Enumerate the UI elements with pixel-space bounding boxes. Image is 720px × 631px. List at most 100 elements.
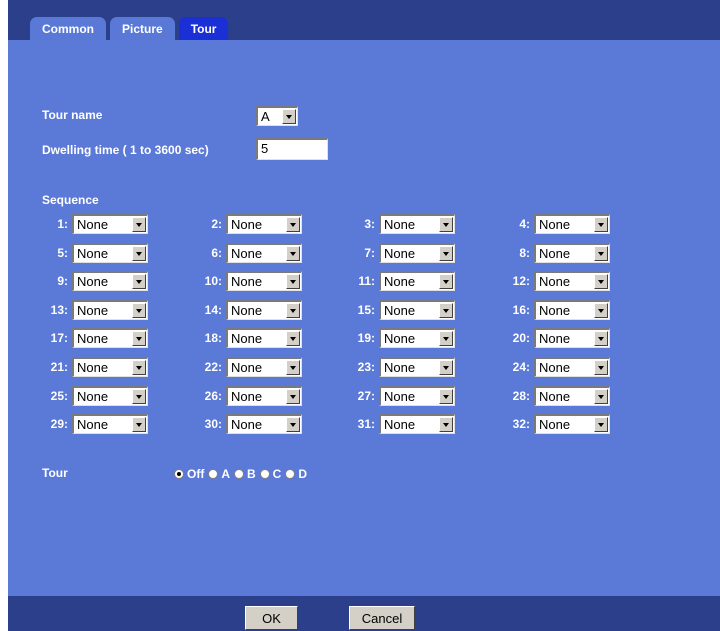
tab-common[interactable]: Common [30,17,106,40]
tour-option-c[interactable]: C [259,467,282,481]
sequence-select[interactable]: None [379,271,455,292]
sequence-select[interactable]: None [226,414,302,435]
dropdown-arrow-icon [286,417,300,433]
sequence-select[interactable]: None [534,414,610,435]
dropdown-arrow-icon [439,388,453,404]
sequence-select[interactable]: None [379,299,455,320]
sequence-select[interactable]: None [226,328,302,349]
sequence-select[interactable]: None [379,242,455,263]
tour-option-label: A [221,467,230,481]
dropdown-arrow-icon [286,217,300,232]
sequence-value: None [231,217,263,232]
sequence-number: 22: [204,360,222,374]
sequence-number: 21: [50,360,68,374]
sequence-select[interactable]: None [534,214,610,234]
sequence-number: 4: [519,217,530,231]
sequence-value: None [539,360,571,375]
sequence-select[interactable]: None [379,328,455,349]
tour-option-d[interactable]: D [285,467,307,481]
sequence-value: None [384,360,416,375]
sequence-number: 9: [57,274,68,289]
sequence-select[interactable]: None [226,299,302,320]
sequence-number: 14: [204,302,222,317]
sequence-select[interactable]: None [72,214,148,234]
sequence-select[interactable]: None [379,414,455,435]
sequence-value: None [77,331,109,347]
sequence-select[interactable]: None [226,385,302,406]
tour-option-a[interactable]: A [208,467,230,481]
tour-option-label: Off [187,467,205,481]
sequence-number: 2: [211,217,222,231]
sequence-value: None [384,217,416,232]
sequence-select[interactable]: None [72,299,148,320]
dropdown-arrow-icon [286,274,300,290]
sequence-number: 1: [57,217,68,231]
sequence-select[interactable]: None [226,242,302,263]
radio-icon [234,469,244,479]
sequence-value: None [231,274,263,290]
sequence-select[interactable]: None [226,271,302,292]
tour-option-b[interactable]: B [234,467,256,481]
sequence-number: 7: [364,245,375,260]
sequence-value: None [539,274,571,290]
sequence-select[interactable]: None [72,242,148,263]
sequence-value: None [384,245,416,261]
sequence-select[interactable]: None [534,328,610,349]
dwelling-time-input[interactable]: 5 [256,138,328,160]
dwelling-time-label: Dwelling time ( 1 to 3600 sec) [42,143,209,157]
sequence-select[interactable]: None [534,242,610,263]
tour-radio-group: Off A B C D [174,467,311,481]
sequence-select[interactable]: None [534,385,610,406]
dropdown-arrow-icon [286,388,300,404]
radio-icon [259,469,270,479]
dropdown-arrow-icon [132,360,146,375]
sequence-number: 20: [512,331,530,346]
sequence-number: 12: [512,274,530,289]
sequence-select[interactable]: None [72,328,148,349]
sequence-select[interactable]: None [226,357,302,377]
sequence-number: 32: [512,417,530,432]
sequence-select[interactable]: None [226,214,302,234]
sequence-number: 19: [357,331,375,346]
sequence-select[interactable]: None [72,385,148,406]
tour-option-label: C [272,467,282,481]
sequence-value: None [231,417,263,433]
sequence-select[interactable]: None [534,299,610,320]
sequence-select[interactable]: None [379,385,455,406]
dropdown-arrow-icon [132,388,146,404]
dropdown-arrow-icon [286,331,300,347]
sequence-value: None [77,388,109,404]
dropdown-arrow-icon [594,417,608,433]
dropdown-arrow-icon [594,274,608,290]
sequence-select[interactable]: None [72,271,148,292]
sequence-select[interactable]: None [72,414,148,435]
dropdown-arrow-icon [132,302,146,318]
ok-button[interactable]: OK [245,606,298,630]
tour-name-select[interactable]: A [256,106,298,126]
sequence-select[interactable]: None [72,357,148,377]
tab-tour[interactable]: Tour [178,17,229,40]
sequence-select[interactable]: None [379,357,455,377]
sequence-value: None [539,331,571,347]
sequence-value: None [539,245,571,261]
sequence-number: 23: [357,360,375,374]
tour-option-off[interactable]: Off [174,467,204,481]
sequence-value: None [384,417,416,433]
sequence-value: None [231,302,263,318]
sequence-value: None [77,302,109,318]
cancel-button[interactable]: Cancel [349,606,415,630]
sequence-number: 17: [50,331,68,346]
sequence-select[interactable]: None [379,214,455,234]
dropdown-arrow-icon [594,302,608,318]
sequence-number: 6: [211,245,222,260]
sequence-value: None [539,302,571,318]
dropdown-arrow-icon [439,360,453,375]
sequence-select[interactable]: None [534,271,610,292]
tab-picture[interactable]: Picture [110,17,175,40]
sequence-value: None [77,217,109,232]
dropdown-arrow-icon [132,274,146,290]
sequence-number: 5: [57,245,68,260]
sequence-value: None [77,274,109,290]
dropdown-arrow-icon [132,217,146,232]
sequence-select[interactable]: None [534,357,610,377]
